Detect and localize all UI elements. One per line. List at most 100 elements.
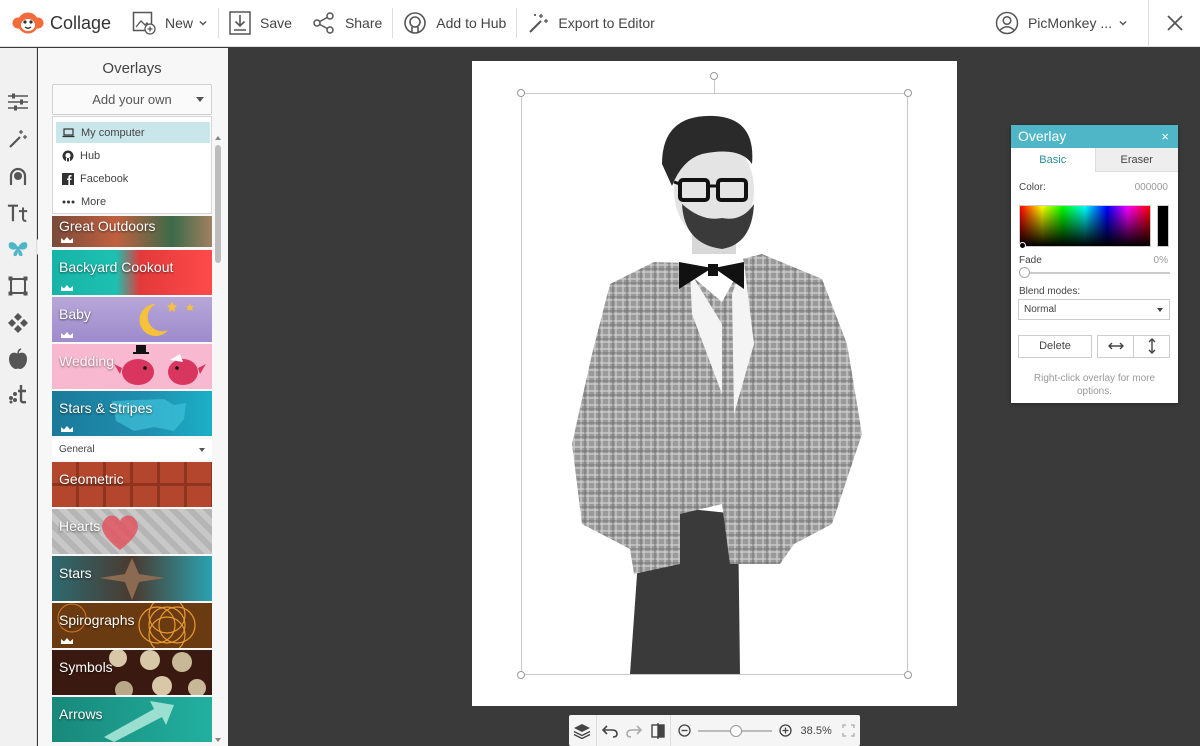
- app-brand: Collage: [0, 10, 122, 36]
- add-to-hub-button[interactable]: Add to Hub: [393, 0, 516, 47]
- love-birds-icon: [114, 345, 206, 385]
- caret-down-icon: [196, 97, 204, 102]
- new-label: New: [165, 15, 194, 31]
- panel-scrollbar-thumb[interactable]: [215, 145, 221, 263]
- blend-mode-select[interactable]: Normal: [1018, 299, 1170, 320]
- scroll-down-arrow[interactable]: [215, 738, 221, 742]
- tile-label: Baby: [59, 306, 91, 322]
- add-your-own-menu: My computer Hub Facebook More: [52, 116, 212, 214]
- share-button[interactable]: Share: [302, 0, 392, 47]
- man-photo-silhouette: [572, 115, 862, 674]
- overlay-tile-arrows[interactable]: Arrows: [52, 697, 212, 742]
- delete-overlay-button[interactable]: Delete: [1018, 335, 1092, 358]
- layers-button[interactable]: [569, 715, 597, 746]
- rotate-handle-stem: [714, 80, 715, 93]
- save-label: Save: [260, 15, 292, 31]
- account-menu[interactable]: PicMonkey ...: [985, 0, 1138, 47]
- tab-basic[interactable]: Basic: [1011, 148, 1095, 172]
- texture-icon: [8, 313, 28, 333]
- zoom-slider[interactable]: [697, 724, 772, 737]
- canvas-toolbar: 38.5%: [569, 715, 860, 746]
- fade-label: Fade: [1019, 255, 1042, 266]
- menu-item-hub[interactable]: Hub: [56, 145, 210, 166]
- overlay-tile-stars-stripes[interactable]: Stars & Stripes: [52, 391, 212, 436]
- export-to-editor-button[interactable]: Export to Editor: [517, 0, 665, 47]
- overlay-tile-hearts[interactable]: Hearts: [52, 509, 212, 554]
- frames-tool[interactable]: [7, 275, 29, 297]
- zoom-in-icon: [779, 724, 792, 737]
- scroll-up-arrow[interactable]: [215, 136, 221, 140]
- resize-handle-bottom-right[interactable]: [904, 671, 912, 679]
- zoom-slider-knob[interactable]: [729, 724, 742, 737]
- resize-handle-bottom-left[interactable]: [517, 671, 525, 679]
- tumblr-tool[interactable]: [7, 383, 29, 405]
- save-icon: [229, 11, 251, 35]
- apple-icon: [9, 348, 27, 369]
- tool-rail: [0, 48, 37, 746]
- tile-label: Stars: [59, 565, 92, 581]
- tumblr-icon: [9, 385, 27, 404]
- rotate-handle[interactable]: [710, 72, 718, 80]
- overlay-tile-geometric[interactable]: Geometric: [52, 462, 212, 507]
- fullscreen-button[interactable]: [838, 715, 860, 746]
- caret-down-icon: [1157, 308, 1163, 312]
- color-picker-knob[interactable]: [1019, 242, 1026, 249]
- new-image-icon: [132, 11, 156, 35]
- color-spectrum-picker[interactable]: [1019, 205, 1151, 247]
- crown-icon: [61, 285, 73, 291]
- new-button[interactable]: New: [122, 0, 218, 47]
- zoom-in-button[interactable]: [776, 715, 795, 746]
- category-label: General: [59, 444, 95, 455]
- overlay-tile-spirographs[interactable]: Spirographs: [52, 603, 212, 648]
- category-dropdown[interactable]: General: [52, 439, 212, 460]
- tile-label: Hearts: [59, 518, 101, 534]
- redo-button[interactable]: [623, 715, 645, 746]
- flip-vertical-button[interactable]: [1133, 335, 1170, 358]
- dialog-close-button[interactable]: ×: [1161, 125, 1169, 148]
- undo-button[interactable]: [597, 715, 623, 746]
- tile-label: Wedding: [59, 353, 115, 369]
- export-label: Export to Editor: [558, 15, 655, 31]
- effects-tool[interactable]: [7, 128, 29, 150]
- butterfly-icon: [8, 242, 28, 257]
- overlay-tile-symbols[interactable]: Symbols: [52, 650, 212, 695]
- overlay-tile-backyard-cookout[interactable]: Backyard Cookout: [52, 250, 212, 295]
- fade-value: 0%: [1153, 255, 1168, 266]
- color-label: Color:: [1019, 182, 1046, 193]
- overlay-tile-wedding[interactable]: Wedding: [52, 344, 212, 389]
- menu-item-label: More: [81, 195, 107, 208]
- color-hex-value[interactable]: 000000: [1135, 182, 1168, 193]
- text-tool[interactable]: [7, 202, 29, 224]
- compare-button[interactable]: [645, 715, 672, 746]
- share-label: Share: [344, 15, 383, 31]
- crown-icon: [61, 426, 73, 432]
- overlay-tile-stars[interactable]: Stars: [52, 556, 212, 601]
- flip-horizontal-button[interactable]: [1097, 335, 1134, 358]
- undo-icon: [601, 724, 618, 738]
- overlay-selection-frame[interactable]: [521, 93, 908, 675]
- save-button[interactable]: Save: [219, 0, 302, 47]
- textures-tool[interactable]: [7, 312, 29, 334]
- redo-icon: [626, 724, 643, 738]
- touch-up-tool[interactable]: [7, 165, 29, 187]
- add-your-own-dropdown[interactable]: Add your own: [52, 84, 212, 115]
- zoom-out-button[interactable]: [675, 715, 694, 746]
- resize-handle-top-left[interactable]: [517, 89, 525, 97]
- resize-handle-top-right[interactable]: [904, 89, 912, 97]
- menu-item-facebook[interactable]: Facebook: [56, 168, 210, 189]
- chevron-down-icon: [1119, 20, 1127, 26]
- overlays-tool[interactable]: [7, 238, 29, 260]
- overlay-tile-great-outdoors[interactable]: Great Outdoors: [52, 216, 212, 247]
- close-button[interactable]: [1148, 0, 1200, 47]
- menu-item-more[interactable]: More: [56, 191, 210, 212]
- fade-slider[interactable]: [1023, 272, 1170, 274]
- tab-eraser[interactable]: Eraser: [1094, 148, 1178, 172]
- layout-tool[interactable]: [7, 91, 29, 113]
- fade-slider-knob[interactable]: [1019, 267, 1030, 278]
- themes-tool[interactable]: [7, 348, 29, 370]
- overlay-tile-baby[interactable]: Baby: [52, 297, 212, 342]
- menu-item-my-computer[interactable]: My computer: [56, 122, 210, 143]
- layers-icon: [574, 723, 591, 739]
- share-icon: [313, 12, 334, 34]
- stars-icon: [167, 301, 194, 312]
